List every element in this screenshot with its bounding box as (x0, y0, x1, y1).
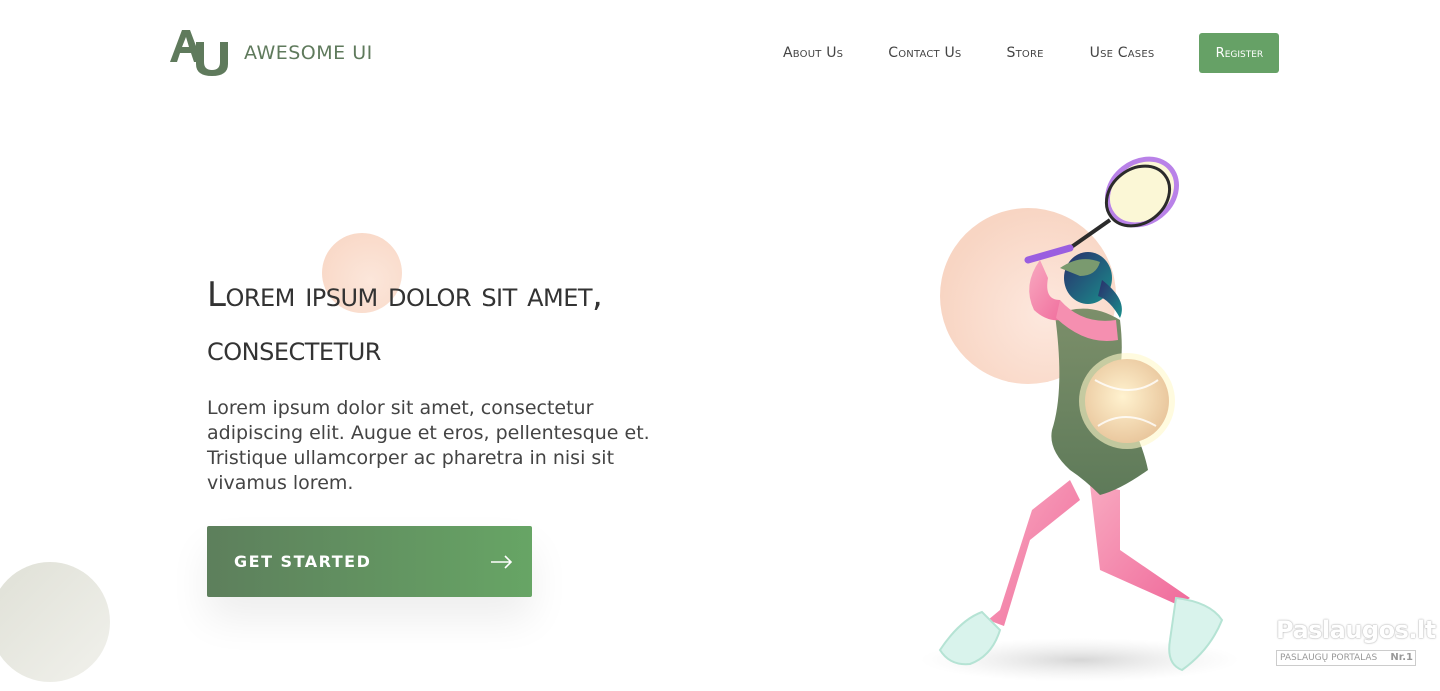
get-started-label: GET STARTED (234, 552, 372, 571)
watermark-subtitle-text: PASLAUGŲ PORTALAS (1280, 653, 1378, 663)
main-nav: About Us Contact Us Store Use Cases Regi… (783, 33, 1280, 73)
nav-link-use-cases[interactable]: Use Cases (1090, 45, 1155, 61)
logo[interactable]: AWESOME UI (168, 28, 373, 78)
nav-link-contact[interactable]: Contact Us (888, 45, 961, 61)
watermark-subtitle: PASLAUGŲ PORTALAS Nr.1 (1276, 650, 1416, 666)
nav-link-about[interactable]: About Us (783, 45, 843, 61)
logo-mark-icon (170, 30, 228, 76)
register-button[interactable]: Register (1199, 33, 1280, 73)
logo-text: AWESOME UI (244, 42, 373, 64)
hero-title: Lorem ipsum dolor sit amet, consectetur (207, 275, 603, 369)
watermark-title: Paslaugos.lt (1276, 616, 1436, 644)
get-started-button[interactable]: GET STARTED (207, 526, 532, 597)
watermark: Paslaugos.lt PASLAUGŲ PORTALAS Nr.1 (1276, 616, 1436, 670)
hero-description: Lorem ipsum dolor sit amet, consectetur … (207, 397, 650, 494)
arrow-right-icon (491, 554, 513, 569)
tennis-player-illustration (920, 156, 1240, 682)
watermark-rank: Nr.1 (1390, 652, 1413, 663)
nav-link-store[interactable]: Store (1006, 45, 1043, 61)
decorative-grey-circle (0, 562, 110, 682)
